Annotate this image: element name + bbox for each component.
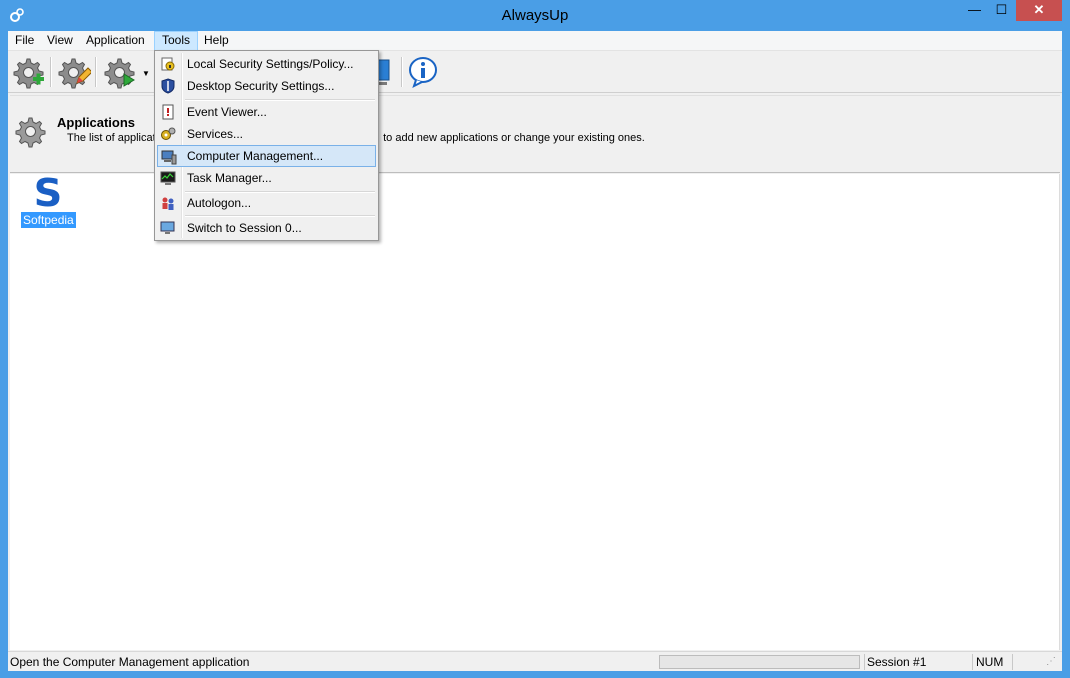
menu-item-services[interactable]: Services... xyxy=(157,123,376,145)
close-button[interactable]: ✕ xyxy=(1016,0,1062,21)
add-application-button[interactable] xyxy=(12,55,46,89)
tools-menu: Local Security Settings/Policy... Deskto… xyxy=(154,50,379,241)
autologon-icon xyxy=(162,197,174,210)
switch-session-icon xyxy=(160,221,175,234)
security-policy-icon xyxy=(161,57,175,71)
event-viewer-icon xyxy=(162,104,174,120)
menu-item-event-viewer[interactable]: Event Viewer... xyxy=(157,101,376,123)
gear-start-icon xyxy=(104,58,135,89)
title-bar[interactable]: AlwaysUp — ☐ ✕ xyxy=(0,0,1070,31)
application-tile[interactable]: S Softpedia xyxy=(20,171,76,228)
menu-item-switch-session[interactable]: Switch to Session 0... xyxy=(157,217,376,239)
menu-item-label: Local Security Settings/Policy... xyxy=(187,57,354,71)
menu-bar: File View Application Tools Help xyxy=(8,31,1062,51)
start-application-button[interactable] xyxy=(103,55,137,89)
edit-application-button[interactable] xyxy=(57,55,93,89)
services-gear-icon xyxy=(161,127,176,140)
gear-icon xyxy=(14,114,48,148)
header-description-left: The list of applicati xyxy=(67,132,159,144)
status-num-lock: NUM xyxy=(976,655,1004,669)
menu-item-autologon[interactable]: Autologon... xyxy=(157,192,376,214)
window-title: AlwaysUp xyxy=(501,7,569,24)
applications-list[interactable]: S Softpedia xyxy=(10,174,1060,650)
about-button[interactable] xyxy=(406,55,440,89)
menu-item-label: Switch to Session 0... xyxy=(187,221,302,235)
status-divider xyxy=(1012,654,1013,670)
gear-edit-icon xyxy=(58,58,93,89)
header-title: Applications xyxy=(57,115,136,130)
header-description-right: to add new applications or change your e… xyxy=(383,132,645,144)
status-divider xyxy=(972,654,973,670)
task-manager-icon xyxy=(160,171,176,185)
status-session: Session #1 xyxy=(867,655,927,669)
toolbar-separator xyxy=(401,57,402,87)
menu-view[interactable]: View xyxy=(40,31,80,51)
menu-item-desktop-security[interactable]: Desktop Security Settings... xyxy=(157,75,376,97)
toolbar-separator xyxy=(95,57,96,87)
status-progress-bar xyxy=(659,655,860,669)
computer-management-icon xyxy=(161,150,177,165)
toolbar-separator xyxy=(50,57,51,87)
menu-application[interactable]: Application xyxy=(79,31,152,51)
menu-item-label: Computer Management... xyxy=(187,149,324,163)
menu-file[interactable]: File xyxy=(8,31,41,51)
status-divider xyxy=(864,654,865,670)
menu-item-task-manager[interactable]: Task Manager... xyxy=(157,167,376,189)
menu-item-local-security[interactable]: Local Security Settings/Policy... xyxy=(157,53,376,75)
resize-grip-icon[interactable]: ⋰ xyxy=(1046,656,1056,667)
menu-item-label: Desktop Security Settings... xyxy=(187,79,335,93)
menu-item-computer-management[interactable]: Computer Management... xyxy=(157,145,376,167)
info-icon xyxy=(409,57,437,88)
gear-add-icon xyxy=(13,58,44,89)
menu-item-label: Event Viewer... xyxy=(187,105,267,119)
status-bar: Open the Computer Management application… xyxy=(8,651,1062,671)
start-dropdown-arrow-icon[interactable]: ▼ xyxy=(142,69,150,78)
menu-separator xyxy=(185,99,375,100)
minimize-button[interactable]: — xyxy=(961,0,988,21)
menu-item-label: Task Manager... xyxy=(187,171,272,185)
menu-item-label: Autologon... xyxy=(187,196,252,210)
status-message: Open the Computer Management application xyxy=(10,655,250,669)
maximize-button[interactable]: ☐ xyxy=(988,0,1015,21)
shield-icon xyxy=(161,78,175,94)
menu-tools[interactable]: Tools xyxy=(154,31,199,51)
softpedia-logo-icon: S xyxy=(33,171,63,215)
menu-item-label: Services... xyxy=(187,127,244,141)
menu-help[interactable]: Help xyxy=(197,31,236,51)
menu-separator xyxy=(185,215,375,216)
